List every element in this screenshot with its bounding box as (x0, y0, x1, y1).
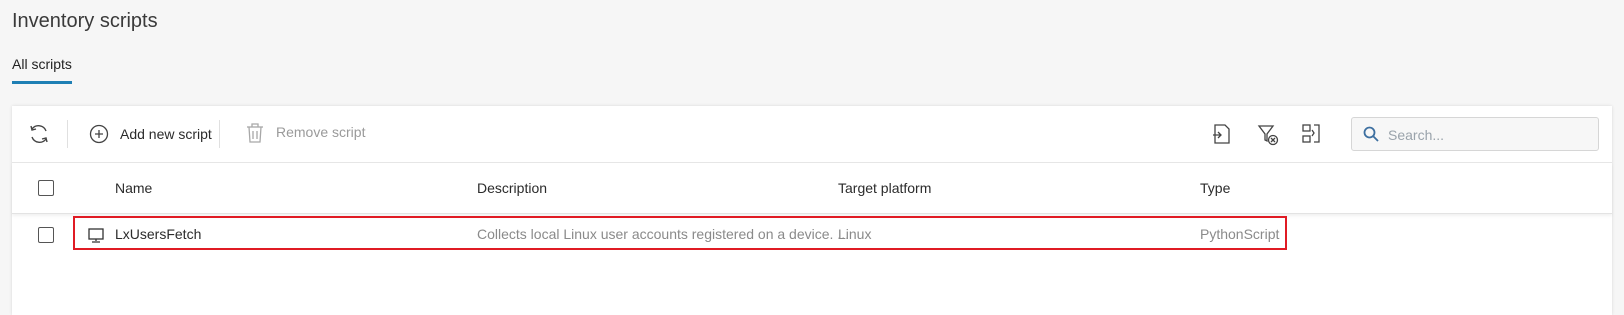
refresh-button[interactable] (28, 123, 50, 145)
column-header-type[interactable]: Type (1200, 180, 1230, 196)
add-new-script-button[interactable]: Add new script (88, 123, 212, 145)
plus-circle-icon (88, 123, 110, 145)
table-row[interactable]: LxUsersFetch Collects local Linux user a… (12, 214, 1612, 264)
toolbar-divider (67, 120, 68, 148)
row-checkbox[interactable] (38, 227, 54, 243)
toolbar: Add new script Remove script (12, 106, 1612, 163)
tab-bar: All scripts (12, 56, 72, 84)
search-input[interactable] (1386, 124, 1590, 146)
add-new-script-label: Add new script (120, 126, 212, 142)
export-icon[interactable] (1210, 122, 1232, 151)
script-description: Collects local Linux user accounts regis… (477, 226, 849, 242)
clear-filter-icon[interactable] (1256, 122, 1280, 151)
column-header-name[interactable]: Name (115, 180, 152, 196)
script-platform: Linux (838, 226, 872, 242)
tab-all-scripts[interactable]: All scripts (12, 56, 72, 84)
toolbar-divider (219, 120, 220, 148)
script-type: PythonScript (1200, 226, 1280, 242)
column-header-target-platform[interactable]: Target platform (838, 180, 931, 196)
remove-script-label: Remove script (276, 124, 366, 140)
table-header: Name Description Target platform Type (12, 163, 1612, 214)
refresh-icon (28, 123, 50, 145)
column-header-description[interactable]: Description (477, 180, 547, 196)
column-settings-icon[interactable] (1300, 122, 1322, 151)
search-box (1351, 117, 1599, 151)
select-all-checkbox[interactable] (38, 180, 54, 196)
page-title: Inventory scripts (12, 10, 158, 32)
monitor-icon (87, 226, 105, 247)
remove-script-button[interactable]: Remove script (244, 121, 365, 143)
trash-icon (244, 121, 266, 143)
scripts-panel: Add new script Remove script Search... N… (12, 106, 1612, 315)
search-icon (1362, 125, 1380, 143)
script-name[interactable]: LxUsersFetch (115, 226, 201, 242)
